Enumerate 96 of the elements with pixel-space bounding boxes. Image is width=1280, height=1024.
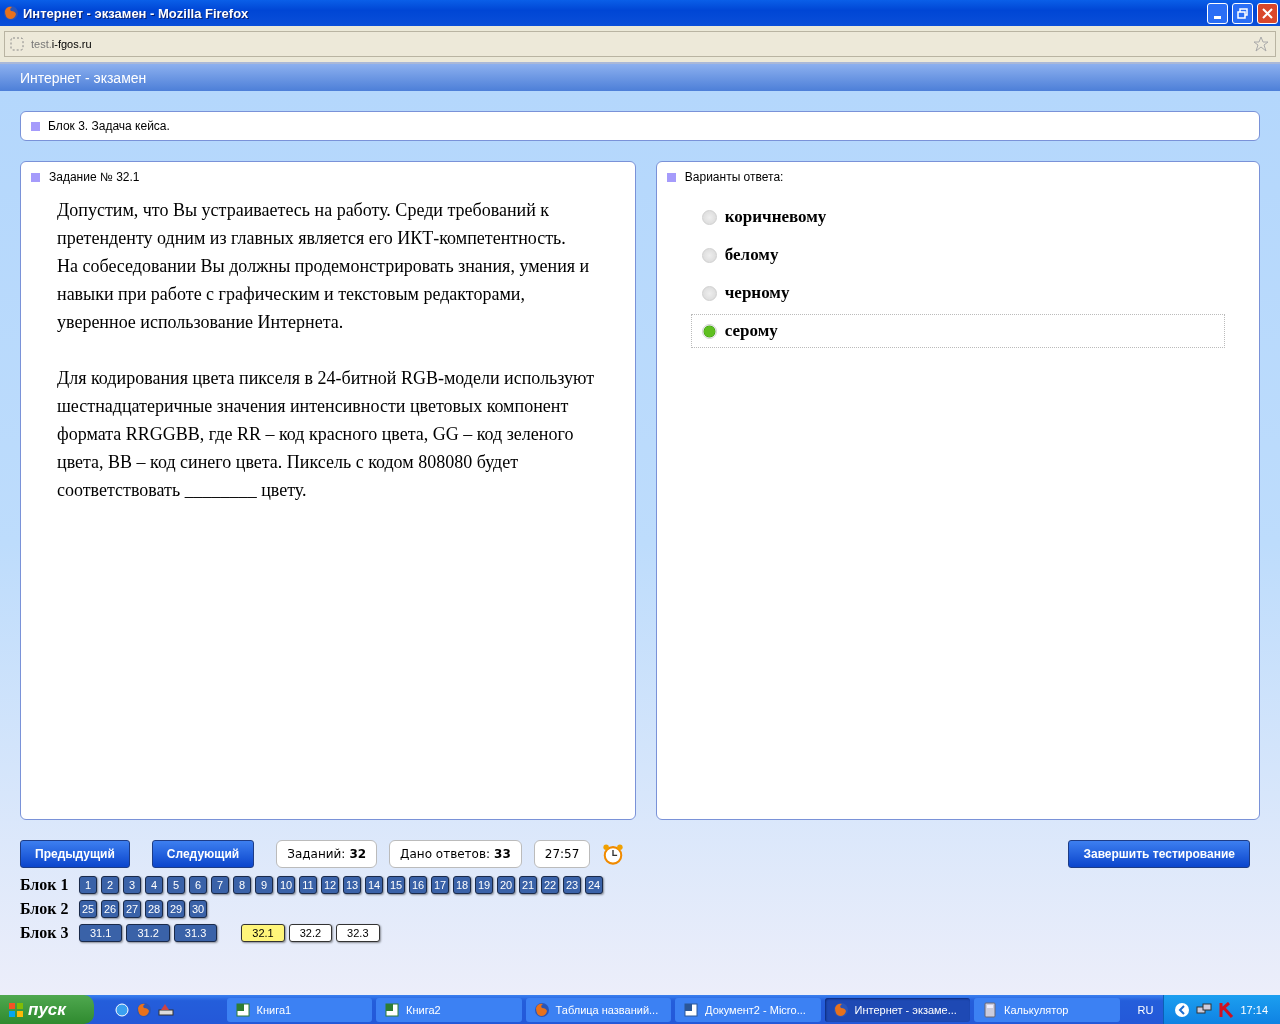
question-number[interactable]: 28 bbox=[145, 900, 163, 918]
question-number[interactable]: 12 bbox=[321, 876, 339, 894]
question-number[interactable]: 14 bbox=[365, 876, 383, 894]
restore-button[interactable] bbox=[1232, 2, 1253, 24]
block-label: Блок 2 bbox=[20, 900, 69, 918]
taskbar-button[interactable]: Калькулятор bbox=[974, 997, 1120, 1022]
question-number[interactable]: 5 bbox=[167, 876, 185, 894]
question-number[interactable]: 21 bbox=[519, 876, 537, 894]
question-number[interactable]: 6 bbox=[189, 876, 207, 894]
question-number[interactable]: 17 bbox=[431, 876, 449, 894]
answer-option[interactable]: черному bbox=[690, 276, 1225, 310]
question-number[interactable]: 20 bbox=[497, 876, 515, 894]
bullet-icon bbox=[31, 121, 40, 131]
question-number[interactable]: 29 bbox=[167, 900, 185, 918]
page-icon bbox=[9, 36, 25, 52]
taskbar-button[interactable]: Книга1 bbox=[226, 997, 373, 1022]
question-number[interactable]: 23 bbox=[563, 876, 581, 894]
start-button[interactable]: пуск bbox=[0, 995, 95, 1024]
question-number[interactable]: 18 bbox=[453, 876, 471, 894]
taskbar-button[interactable]: Интернет - экзаме... bbox=[824, 997, 971, 1022]
clock: 17:14 bbox=[1240, 1003, 1268, 1016]
window-title: Интернет - экзамен - Mozilla Firefox bbox=[23, 5, 250, 21]
taskbar-button[interactable]: Книга2 bbox=[376, 997, 522, 1022]
block-caption: Блок 3. Задача кейса. bbox=[48, 119, 170, 133]
question-number[interactable]: 32.1 bbox=[241, 924, 285, 942]
task-text: Допустим, что Вы устраиваетесь на работу. Среди требований к претенденту одним из главных является его ИКТ-компетентность. bbox=[57, 199, 567, 250]
document-icon bbox=[683, 1001, 700, 1018]
previous-button[interactable]: Предыдущий bbox=[20, 840, 130, 868]
question-number[interactable]: 13 bbox=[343, 876, 361, 894]
question-number[interactable]: 19 bbox=[475, 876, 493, 894]
question-number[interactable]: 22 bbox=[541, 876, 559, 894]
spreadsheet-icon bbox=[384, 1001, 401, 1018]
answer-option[interactable]: серому bbox=[690, 314, 1225, 348]
question-number[interactable]: 2 bbox=[101, 876, 119, 894]
close-button[interactable] bbox=[1257, 2, 1278, 24]
taskbar-button[interactable]: Документ2 - Micro... bbox=[675, 997, 821, 1022]
timer: 27:57 bbox=[533, 840, 591, 868]
minimize-icon bbox=[1214, 15, 1221, 19]
spreadsheet-icon bbox=[234, 1001, 251, 1018]
question-number[interactable]: 10 bbox=[277, 876, 295, 894]
finish-button[interactable]: Завершить тестирование bbox=[1068, 840, 1250, 868]
radio-button[interactable] bbox=[701, 323, 717, 339]
question-number[interactable]: 4 bbox=[145, 876, 163, 894]
tasks-counter: Заданий: 32 bbox=[276, 840, 378, 868]
question-number[interactable]: 8 bbox=[233, 876, 251, 894]
firefox-icon bbox=[533, 1001, 550, 1018]
answers-counter: Дано ответов: 33 bbox=[389, 840, 522, 868]
restore-icon bbox=[1237, 7, 1248, 19]
question-number[interactable]: 25 bbox=[79, 900, 97, 918]
radio-button[interactable] bbox=[701, 209, 717, 225]
alarm-clock-icon bbox=[602, 843, 625, 865]
page-title: Интернет - экзамен bbox=[20, 69, 147, 86]
question-number[interactable]: 11 bbox=[299, 876, 317, 894]
question-number[interactable]: 3 bbox=[123, 876, 141, 894]
address-field[interactable]: test.i-fgos.ru bbox=[4, 31, 1276, 57]
question-number[interactable]: 30 bbox=[189, 900, 207, 918]
firefox-icon bbox=[3, 5, 19, 21]
radio-button[interactable] bbox=[701, 247, 717, 263]
question-number[interactable]: 9 bbox=[255, 876, 273, 894]
question-number[interactable]: 1 bbox=[79, 876, 97, 894]
chevron-left-icon bbox=[1174, 1001, 1191, 1018]
question-number[interactable]: 32.2 bbox=[288, 924, 333, 942]
close-icon bbox=[1262, 7, 1273, 19]
question-number[interactable]: 15 bbox=[387, 876, 405, 894]
question-number[interactable]: 7 bbox=[211, 876, 229, 894]
bullet-icon bbox=[666, 172, 676, 182]
block-label: Блок 3 bbox=[20, 924, 69, 942]
block-label: Блок 1 bbox=[20, 876, 69, 894]
question-number[interactable]: 16 bbox=[409, 876, 427, 894]
question-number[interactable]: 31.3 bbox=[173, 924, 218, 942]
star-icon bbox=[1253, 36, 1269, 52]
task-caption: Задание № 32.1 bbox=[49, 170, 140, 184]
bullet-icon bbox=[31, 172, 40, 182]
question-number[interactable]: 24 bbox=[585, 876, 603, 894]
task-text: На собеседовании Вы должны продемонстрировать знания, умения и навыки при работе с графическим и текстовым редакторами, уверенное использование Интернета. bbox=[57, 255, 591, 334]
task-text: Для кодирования цвета пикселя в 24-битной RGB-модели используют шестнадцатеричные значения интенсивности цветовых компонент формата RRGGBB, где RR – код красного цвета, GG – код зеленого цвета, BB – код синего цвета. Пиксель с кодом 808080 будет соответствовать ________ цвету. bbox=[57, 367, 596, 502]
question-number[interactable]: 27 bbox=[123, 900, 141, 918]
browser-icon bbox=[114, 1001, 131, 1018]
radio-button[interactable] bbox=[701, 285, 717, 301]
question-number[interactable]: 31.2 bbox=[126, 924, 170, 942]
taskbar-button[interactable]: Таблица названий... bbox=[525, 997, 672, 1022]
answer-option[interactable]: коричневому bbox=[690, 200, 1225, 234]
calculator-icon bbox=[982, 1001, 999, 1018]
question-number[interactable]: 26 bbox=[101, 900, 119, 918]
firefox-icon bbox=[832, 1001, 849, 1018]
firefox-icon bbox=[136, 1001, 153, 1018]
answers-caption: Варианты ответа: bbox=[684, 170, 784, 184]
minimize-button[interactable] bbox=[1207, 2, 1228, 24]
language-indicator[interactable]: RU bbox=[1137, 1003, 1154, 1016]
answer-option[interactable]: белому bbox=[690, 238, 1225, 272]
antivirus-icon bbox=[1218, 1001, 1235, 1018]
question-number[interactable]: 32.3 bbox=[336, 924, 380, 942]
windows-logo-icon bbox=[8, 1001, 24, 1018]
next-button[interactable]: Следующий bbox=[151, 840, 255, 868]
url-text: test.i-fgos.ru bbox=[31, 38, 93, 50]
question-number[interactable]: 31.1 bbox=[79, 924, 123, 942]
